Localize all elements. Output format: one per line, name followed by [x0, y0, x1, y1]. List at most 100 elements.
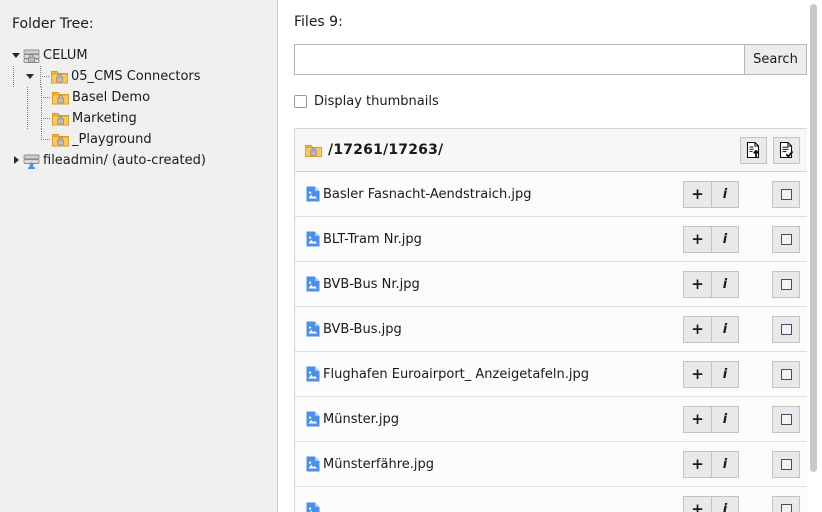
tree-item-basel-demo[interactable]: Basel Demo: [0, 87, 277, 108]
folder-lock-icon: [52, 90, 69, 106]
add-file-button[interactable]: +: [683, 315, 711, 343]
storage-user-icon: [23, 153, 40, 169]
tree-line: [24, 129, 38, 150]
file-row[interactable]: Münsterfähre.jpg + i: [295, 442, 808, 487]
file-row[interactable]: + i: [295, 487, 808, 512]
file-actions: + i: [683, 360, 739, 388]
file-browser-window: Folder Tree: CELUM 05_CMS Connectors Basel…: [0, 0, 822, 512]
tree-line: [38, 108, 52, 129]
file-select-checkbox[interactable]: [772, 405, 800, 433]
tree-line: [38, 87, 52, 108]
file-row[interactable]: Flughafen Euroairport_ Anzeigetafeln.jpg…: [295, 352, 808, 397]
current-path: /17261/17263/: [328, 142, 444, 158]
image-file-icon: [306, 276, 320, 292]
file-list: Basler Fasnacht-Aendstraich.jpg + i BLT-Tra…: [295, 172, 808, 512]
tree-item-label[interactable]: CELUM: [42, 45, 88, 66]
add-file-button[interactable]: +: [683, 225, 711, 253]
file-row[interactable]: BVB-Bus Nr.jpg + i: [295, 262, 808, 307]
checkbox-square-icon: [780, 458, 792, 470]
image-file-icon: [306, 231, 320, 247]
file-name: Münsterfähre.jpg: [323, 456, 434, 472]
select-list-icon: [779, 142, 794, 158]
files-panel: Files 9: Search Display thumbnails /1726…: [278, 0, 822, 512]
file-name: Flughafen Euroairport_ Anzeigetafeln.jpg: [323, 366, 589, 382]
file-info-button[interactable]: i: [711, 225, 739, 253]
select-all-button[interactable]: [773, 136, 800, 164]
display-thumbnails-label[interactable]: Display thumbnails: [314, 94, 439, 109]
tree-item-label[interactable]: fileadmin/ (auto-created): [42, 150, 206, 171]
add-file-button[interactable]: +: [683, 405, 711, 433]
tree-item-label[interactable]: _Playground: [71, 129, 152, 150]
tree-item-05-cms-connectors[interactable]: 05_CMS Connectors: [0, 66, 277, 87]
display-thumbnails-checkbox[interactable]: [294, 94, 307, 108]
tree-twisty[interactable]: [10, 45, 23, 66]
tree-twisty[interactable]: [10, 150, 23, 171]
tree-item-marketing[interactable]: Marketing: [0, 108, 277, 129]
import-file-button[interactable]: [740, 136, 767, 164]
file-info-button[interactable]: i: [711, 405, 739, 433]
file-row[interactable]: BLT-Tram Nr.jpg + i: [295, 217, 808, 262]
add-file-button[interactable]: +: [683, 450, 711, 478]
tree-item-playground[interactable]: _Playground: [0, 129, 277, 150]
file-info-button[interactable]: i: [711, 270, 739, 298]
search-input[interactable]: [294, 44, 744, 75]
image-file-icon: [306, 411, 320, 427]
file-row[interactable]: Basler Fasnacht-Aendstraich.jpg + i: [295, 172, 808, 217]
add-file-button[interactable]: +: [683, 360, 711, 388]
file-info-button[interactable]: i: [711, 180, 739, 208]
file-select-checkbox[interactable]: [772, 225, 800, 253]
file-list-panel: /17261/17263/ Basler Fasnacht-Aendstraic…: [294, 128, 809, 512]
file-info-button[interactable]: i: [711, 360, 739, 388]
tree-line: [10, 129, 24, 150]
tree-twisty[interactable]: [24, 66, 37, 87]
checkbox-square-icon: [780, 413, 792, 425]
checkbox-square-icon: [780, 323, 792, 335]
file-select-checkbox[interactable]: [772, 496, 800, 512]
tree-line: [10, 66, 24, 87]
file-actions: + i: [683, 496, 739, 512]
folder-tree: CELUM 05_CMS Connectors Basel Demo Marketin…: [0, 45, 277, 171]
file-actions: + i: [683, 405, 739, 433]
file-info-button[interactable]: i: [711, 496, 739, 512]
path-header: /17261/17263/: [295, 129, 808, 172]
storage-lock-icon: [23, 48, 40, 64]
sidebar-title: Folder Tree:: [12, 16, 94, 32]
file-row[interactable]: Münster.jpg + i: [295, 397, 808, 442]
import-file-icon: [746, 142, 760, 158]
add-file-button[interactable]: +: [683, 496, 711, 512]
tree-item-fileadmin-auto-created[interactable]: fileadmin/ (auto-created): [0, 150, 277, 171]
file-select-checkbox[interactable]: [772, 270, 800, 298]
image-file-icon: [306, 502, 320, 512]
add-file-button[interactable]: +: [683, 180, 711, 208]
file-name: BVB-Bus Nr.jpg: [323, 276, 420, 292]
page-scrollbar[interactable]: [807, 0, 820, 512]
search-button[interactable]: Search: [744, 44, 807, 75]
scrollbar-thumb[interactable]: [810, 4, 817, 472]
file-actions: + i: [683, 180, 739, 208]
tree-item-celum[interactable]: CELUM: [0, 45, 277, 66]
file-select-checkbox[interactable]: [772, 450, 800, 478]
file-name: BLT-Tram Nr.jpg: [323, 231, 422, 247]
folder-lock-icon: [52, 132, 69, 148]
tree-line: [24, 108, 38, 129]
search-bar: Search: [294, 44, 807, 75]
display-thumbnails-row: Display thumbnails: [294, 92, 822, 110]
folder-tree-sidebar: Folder Tree: CELUM 05_CMS Connectors Basel…: [0, 0, 278, 512]
file-name: BVB-Bus.jpg: [323, 321, 402, 337]
file-actions: + i: [683, 450, 739, 478]
file-info-button[interactable]: i: [711, 450, 739, 478]
file-row[interactable]: BVB-Bus.jpg + i: [295, 307, 808, 352]
tree-item-label[interactable]: Marketing: [71, 108, 137, 129]
add-file-button[interactable]: +: [683, 270, 711, 298]
file-info-button[interactable]: i: [711, 315, 739, 343]
tree-item-label[interactable]: 05_CMS Connectors: [70, 66, 201, 87]
file-select-checkbox[interactable]: [772, 360, 800, 388]
file-actions: + i: [683, 270, 739, 298]
file-select-checkbox[interactable]: [772, 315, 800, 343]
checkbox-square-icon: [780, 504, 792, 512]
checkbox-square-icon: [780, 233, 792, 245]
file-name: Münster.jpg: [323, 411, 399, 427]
file-select-checkbox[interactable]: [772, 180, 800, 208]
tree-item-label[interactable]: Basel Demo: [71, 87, 150, 108]
checkbox-square-icon: [780, 278, 792, 290]
